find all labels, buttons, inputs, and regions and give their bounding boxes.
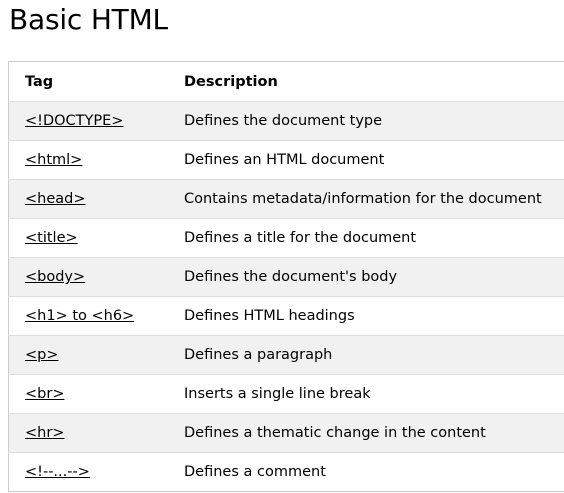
tag-description: Defines the document's body [184,257,564,297]
page-title: Basic HTML [9,3,168,36]
table-header-row: Tag Description [8,61,564,102]
table-row: <html> Defines an HTML document [8,140,564,180]
tag-description: Defines HTML headings [184,296,564,336]
tag-link[interactable]: <!DOCTYPE> [25,113,123,129]
tag-link[interactable]: <body> [25,269,85,285]
tag-description: Defines a title for the document [184,218,564,258]
table-row: <!DOCTYPE> Defines the document type [8,101,564,141]
tag-reference-table: Tag Description <!DOCTYPE> Defines the d… [8,61,564,492]
table-row: <body> Defines the document's body [8,257,564,297]
table-row: <h1> to <h6> Defines HTML headings [8,296,564,336]
tag-link[interactable]: <p> [25,347,59,363]
tag-description: Contains metadata/information for the do… [184,179,564,219]
tag-link[interactable]: <br> [25,386,64,402]
table-row: <head> Contains metadata/information for… [8,179,564,219]
tag-link[interactable]: <title> [25,230,78,246]
tag-link[interactable]: <head> [25,191,86,207]
page: Basic HTML Tag Description <!DOCTYPE> De… [0,0,564,493]
tag-description: Defines a paragraph [184,335,564,375]
tag-link[interactable]: <html> [25,152,82,168]
tag-link[interactable]: <hr> [25,425,64,441]
tag-description: Inserts a single line break [184,374,564,414]
tag-description: Defines a comment [184,464,326,480]
tag-link[interactable]: <h1> to <h6> [25,308,134,324]
table-row: <p> Defines a paragraph [8,335,564,375]
table-row: <title> Defines a title for the document [8,218,564,258]
table-row: <br> Inserts a single line break [8,374,564,414]
tag-description: Defines the document type [184,101,564,141]
tag-description: Defines a thematic change in the content [184,413,564,453]
column-header-description: Description [184,61,564,102]
tag-description: Defines an HTML document [184,140,564,180]
table-row: <!--...--> Defines a comment [8,452,564,492]
column-header-tag: Tag [8,61,184,102]
tag-link[interactable]: <!--...--> [25,464,90,480]
table-row: <hr> Defines a thematic change in the co… [8,413,564,453]
